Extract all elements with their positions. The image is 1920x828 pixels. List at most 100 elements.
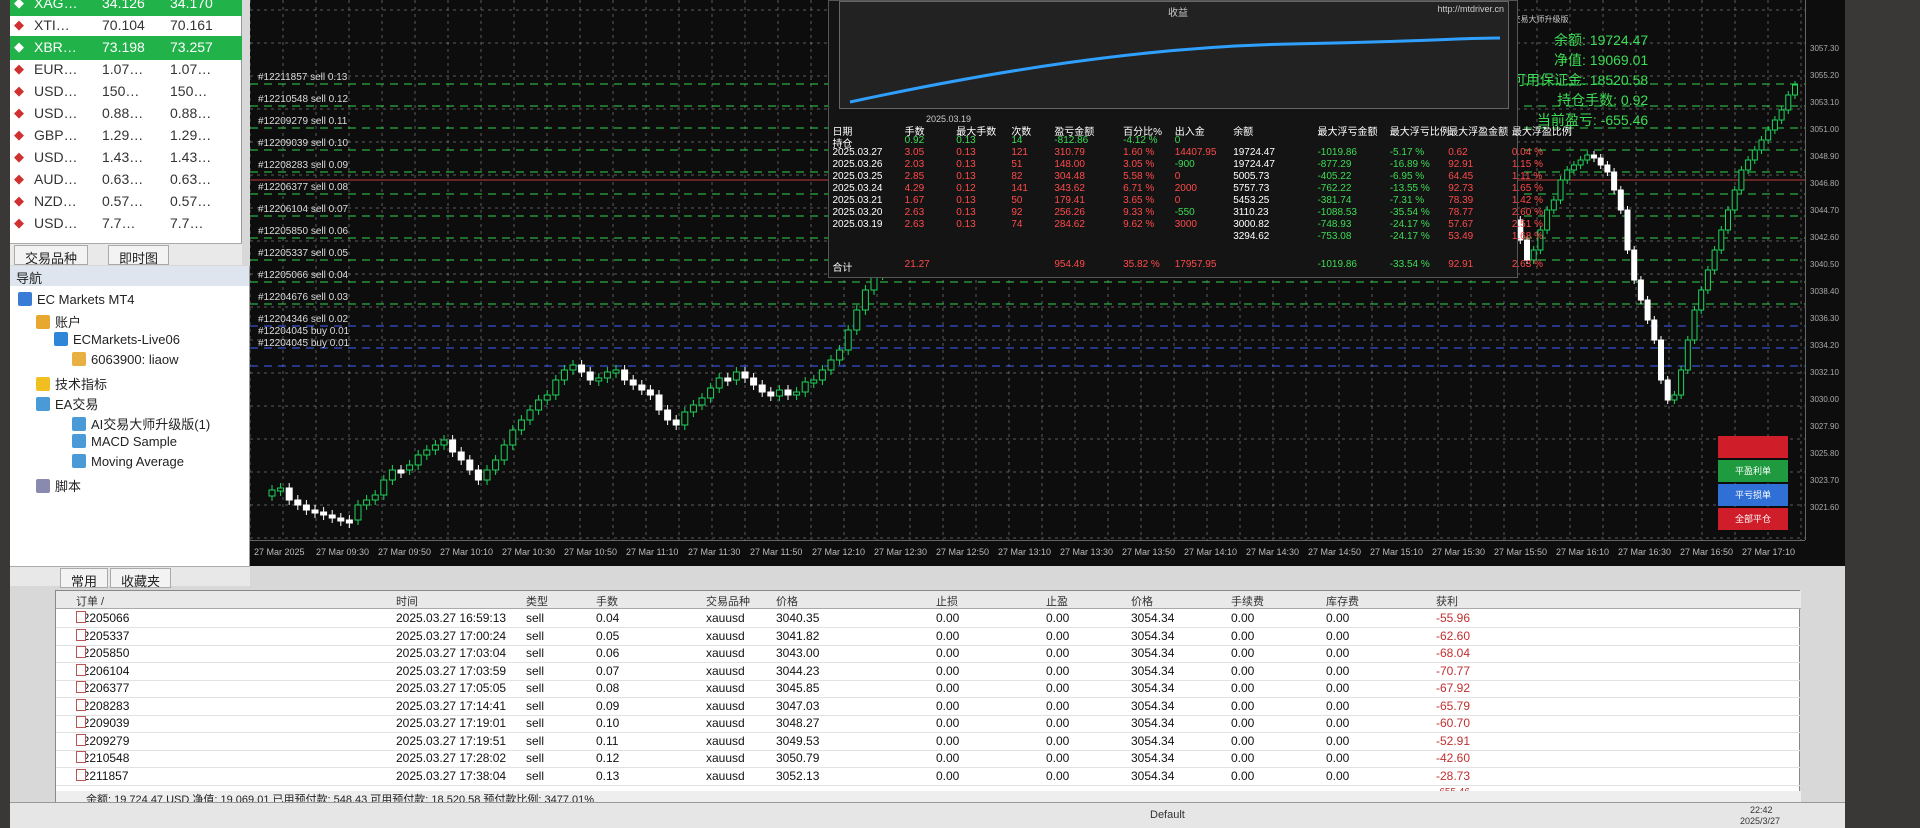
terminal-header-cell[interactable]: 手数 — [596, 593, 618, 609]
ask-price: 1.07… — [170, 61, 212, 77]
order-cell: 0.00 — [936, 663, 960, 678]
report-rows: 2025.03.27 3.05 0.13 121 310.79 1.60 % 14407.9… — [829, 147, 1543, 243]
nav-item-experts[interactable]: EA交易 — [36, 394, 98, 413]
report-cell: 1.68 % — [1511, 231, 1543, 242]
order-row[interactable]: 12208283 2025.03.27 17:14:41 sell 0.09 xauus… — [56, 698, 1801, 716]
nav-item-ea-macd[interactable]: MACD Sample — [72, 434, 177, 449]
close-profit-button[interactable]: 平盈利单 — [1718, 460, 1788, 482]
report-cell: 0.04 % — [1511, 147, 1543, 158]
order-icon — [76, 733, 86, 746]
report-cell: -1088.53 — [1317, 207, 1357, 218]
stat-free-margin: 可用保证金: 18520.58 — [1512, 72, 1649, 88]
nav-item-indicators[interactable]: 技术指标 — [36, 374, 107, 393]
order-cell: 0.00 — [1326, 716, 1350, 730]
nav-item-broker[interactable]: EC Markets MT4 — [18, 292, 135, 307]
nav-item-account[interactable]: 6063900: liaow — [72, 352, 178, 367]
market-watch-row[interactable]: ◆ USD… 1.43… 1.43… — [10, 146, 242, 170]
order-row[interactable]: 12211857 2025.03.27 17:38:04 sell 0.13 xauus… — [56, 768, 1801, 786]
price-chart[interactable]: #12211857 sell 0.13 #12210548 sell 0.12 #1… — [250, 0, 1845, 566]
order-cell: 0.04 — [596, 611, 620, 625]
candle-body — [423, 449, 431, 456]
candle-body — [810, 379, 818, 384]
terminal-header-cell[interactable]: 获利 — [1436, 593, 1458, 609]
order-row[interactable]: 12205850 2025.03.27 17:03:04 sell 0.06 xauus… — [56, 646, 1801, 663]
candle-body — [1738, 169, 1745, 191]
tab-tick-chart[interactable]: 即时图 — [108, 245, 170, 266]
nav-item-ea-ai[interactable]: AI交易大师升级版(1) — [72, 414, 210, 433]
order-row[interactable]: 12205337 2025.03.27 17:00:24 sell 0.05 xauus… — [56, 628, 1801, 646]
terminal-header-cell[interactable]: 库存费 — [1326, 593, 1359, 609]
order-cell: 0.00 — [1231, 751, 1255, 765]
order-cell: 3054.34 — [1131, 681, 1175, 695]
report-cell: -900 — [1174, 159, 1195, 170]
candle-body — [457, 451, 465, 461]
candle-body — [517, 419, 525, 431]
report-cell: 4.29 — [904, 183, 925, 194]
nav-item-scripts[interactable]: 脚本 — [36, 476, 81, 495]
symbol-diamond-icon: ◆ — [14, 193, 24, 208]
order-cell: 2025.03.27 17:05:05 — [396, 681, 507, 695]
nav-item-accounts[interactable]: 账户 — [36, 312, 81, 331]
order-row[interactable]: 12209039 2025.03.27 17:19:01 sell 0.10 xauus… — [56, 716, 1801, 733]
order-cell: sell — [526, 646, 545, 660]
nav-item-ea-ma[interactable]: Moving Average — [72, 454, 184, 469]
order-cell: 0.00 — [1046, 681, 1070, 695]
time-tick: 27 Mar 16:30 — [1618, 547, 1672, 557]
time-tick: 27 Mar 12:50 — [936, 547, 990, 557]
report-cell: 78.77 — [1448, 207, 1474, 218]
time-tick: 27 Mar 11:50 — [750, 547, 803, 557]
order-row[interactable]: 12210548 2025.03.27 17:28:02 sell 0.12 xauus… — [56, 751, 1801, 768]
candle-body — [1597, 157, 1604, 166]
order-cell: 2025.03.27 17:38:04 — [396, 768, 507, 783]
market-watch-row[interactable]: ◆ XBR… 73.198 73.257 — [10, 36, 242, 60]
terminal-header-cell[interactable]: 价格 — [776, 593, 798, 609]
market-watch-row[interactable]: ◆ USD… 7.7… 7.7… — [10, 212, 242, 236]
terminal-header-cell[interactable]: 止损 — [936, 593, 958, 609]
terminal-header-cell[interactable]: 类型 — [526, 593, 548, 609]
terminal-header-cell[interactable]: 手续费 — [1231, 593, 1264, 609]
tab-favorites[interactable]: 收藏夹 — [110, 568, 172, 589]
report-cell: 92.91 — [1448, 159, 1474, 170]
candle-body — [801, 381, 809, 393]
report-cell: 0.13 — [956, 171, 976, 182]
nav-item-server[interactable]: ECMarkets-Live06 — [54, 332, 180, 347]
stat-lots: 持仓手数: 0.92 — [1557, 92, 1649, 108]
order-cell: xauusd — [706, 646, 745, 660]
order-row[interactable]: 12209279 2025.03.27 17:19:51 sell 0.11 xauus… — [56, 733, 1801, 751]
report-extra-row: 3294.62 -753.08 -24.17 % 53.49 1.68 % — [829, 231, 1543, 243]
close-loss-button[interactable]: 平亏损单 — [1718, 484, 1788, 506]
ask-price: 150… — [170, 83, 208, 99]
market-watch-row[interactable]: ◆ USD… 150… 150… — [10, 80, 242, 104]
market-watch-row[interactable]: ◆ XTI… 70.104 70.161 — [10, 14, 242, 38]
ask-price: 1.43… — [170, 149, 212, 165]
tab-common[interactable]: 常用 — [60, 568, 109, 589]
ea-button-top[interactable] — [1718, 436, 1788, 458]
terminal-header-cell[interactable]: 价格 — [1131, 593, 1153, 609]
terminal-header-cell[interactable]: 订单 / — [76, 593, 104, 609]
order-row[interactable]: 12206377 2025.03.27 17:05:05 sell 0.08 xauus… — [56, 681, 1801, 698]
navigator-tabs: 常用 收藏夹 — [10, 566, 250, 589]
terminal-header-cell[interactable]: 止盈 — [1046, 593, 1068, 609]
market-watch-row[interactable]: ◆ NZD… 0.57… 0.57… — [10, 190, 242, 214]
tab-symbols[interactable]: 交易品种 — [14, 245, 89, 266]
report-cell: 19724.47 — [1233, 159, 1275, 170]
close-all-button[interactable]: 全部平仓 — [1718, 508, 1788, 530]
terminal-header-cell[interactable]: 交易品种 — [706, 593, 750, 609]
market-watch-row[interactable]: ◆ EUR… 1.07… 1.07… — [10, 58, 242, 82]
report-row: 2025.03.25 2.85 0.13 82 304.48 5.58 % 0 5005.73… — [829, 171, 1542, 183]
order-cell: 2025.03.27 17:03:04 — [396, 646, 507, 660]
report-cell: 3.05 % — [1123, 159, 1155, 170]
stat-balance: 余额: 19724.47 — [1554, 32, 1649, 48]
order-id: 12209279 — [76, 733, 129, 748]
market-watch-row[interactable]: ◆ AUD… 0.63… 0.63… — [10, 168, 242, 192]
order-row[interactable]: 12205066 2025.03.27 16:59:13 sell 0.04 xauus… — [56, 611, 1801, 628]
market-watch-row[interactable]: ◆ USD… 0.88… 0.88… — [10, 102, 242, 126]
terminal-header-cell[interactable]: 时间 — [396, 593, 418, 609]
market-watch-row[interactable]: ◆ GBP… 1.29… 1.29… — [10, 124, 242, 148]
order-row[interactable]: 12206104 2025.03.27 17:03:59 sell 0.07 xauus… — [56, 663, 1801, 681]
report-cell: 0 — [1174, 195, 1181, 206]
candle-body — [793, 391, 801, 396]
report-cell: 2025.03.19 — [832, 219, 883, 230]
symbol-name: USD… — [34, 83, 78, 99]
expert-advisor-icon — [72, 434, 86, 448]
